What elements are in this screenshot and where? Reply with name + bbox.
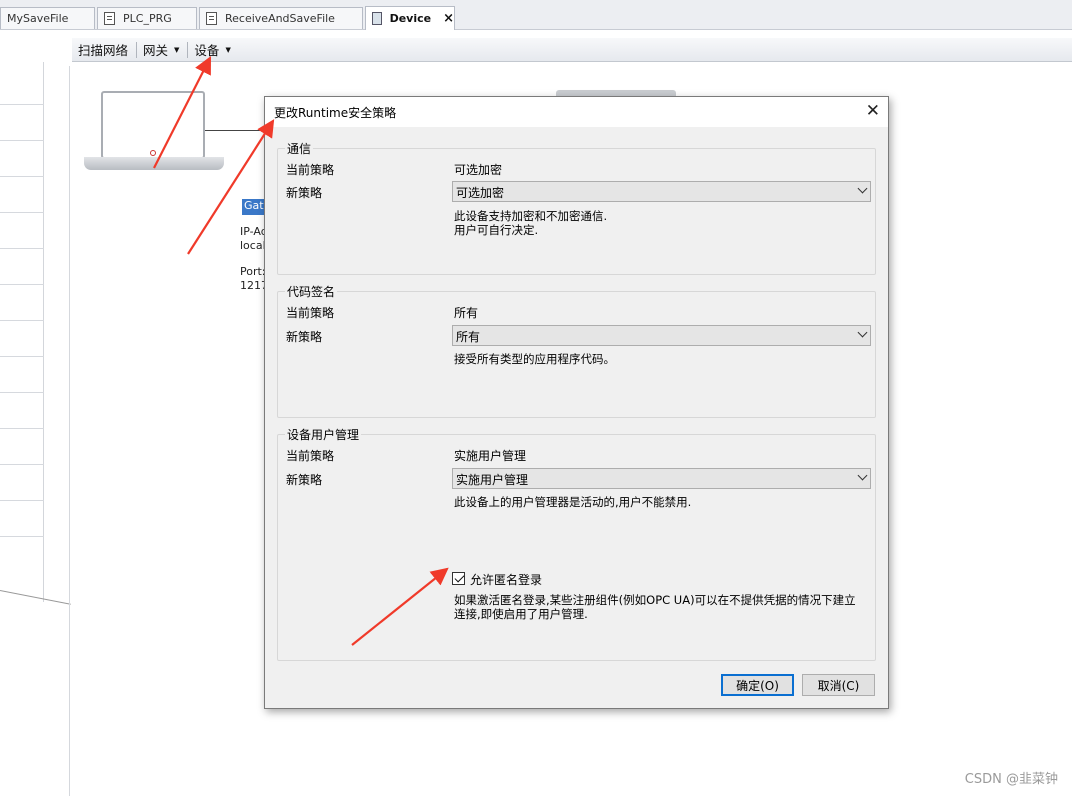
chevron-down-icon xyxy=(857,327,868,338)
panel-row-divider xyxy=(0,320,44,321)
user-management-description: 此设备上的用户管理器是活动的,用户不能禁用. xyxy=(454,495,874,509)
select-value: 所有 xyxy=(456,330,481,344)
current-policy-label: 当前策略 xyxy=(286,449,335,463)
description-line: 连接,即使启用了用户管理. xyxy=(454,607,588,621)
panel-row-divider xyxy=(0,500,44,501)
tab-label: Device xyxy=(389,12,432,25)
tab-mysavefile[interactable]: MySaveFile xyxy=(0,7,95,29)
description-line: 用户可自行决定. xyxy=(454,223,539,237)
panel-row-divider xyxy=(0,464,44,465)
user-management-current-value: 实施用户管理 xyxy=(454,449,527,463)
user-management-policy-select[interactable]: 实施用户管理 xyxy=(452,468,871,489)
panel-row-divider xyxy=(0,356,44,357)
panel-vertical-divider xyxy=(69,66,70,796)
group-title: 通信 xyxy=(285,140,314,157)
group-title: 代码签名 xyxy=(285,283,338,300)
gateway-menu-button[interactable]: 网关 ▼ xyxy=(137,38,187,61)
tab-plc-prg[interactable]: PLC_PRG xyxy=(97,7,197,29)
panel-row-divider xyxy=(0,176,44,177)
device-menu-button[interactable]: 设备 ▼ xyxy=(188,38,238,61)
gateway-ip-label: IP-Ad xyxy=(240,225,264,238)
tab-device[interactable]: Device × xyxy=(365,6,455,30)
communication-description: 此设备支持加密和不加密通信. 用户可自行决定. xyxy=(454,209,874,237)
new-policy-label: 新策略 xyxy=(286,473,323,487)
new-policy-label: 新策略 xyxy=(286,186,323,200)
panel-row-divider xyxy=(0,248,44,249)
chevron-down-icon xyxy=(857,183,868,194)
tab-receiveandsavefile[interactable]: ReceiveAndSaveFile xyxy=(199,7,363,29)
allow-anonymous-login-checkbox[interactable] xyxy=(452,572,465,585)
chevron-down-icon xyxy=(857,470,868,481)
tab-label: ReceiveAndSaveFile xyxy=(225,12,335,25)
ok-button[interactable]: 确定(O) xyxy=(721,674,794,696)
caret-down-icon: ▼ xyxy=(174,45,180,54)
user-management-group: 设备用户管理 当前策略 实施用户管理 新策略 实施用户管理 此设备上的用户管理器… xyxy=(277,426,876,661)
connection-dot xyxy=(150,150,156,156)
communication-policy-select[interactable]: 可选加密 xyxy=(452,181,871,202)
gateway-port-value: 1217 xyxy=(240,279,264,292)
close-icon[interactable]: ✕ xyxy=(866,101,880,121)
communication-current-value: 可选加密 xyxy=(454,163,503,177)
allow-anonymous-login-label[interactable]: 允许匿名登录 xyxy=(470,571,542,588)
current-policy-label: 当前策略 xyxy=(286,163,335,177)
watermark: CSDN @韭菜钟 xyxy=(964,772,1058,787)
left-navigation-panel xyxy=(0,62,44,602)
select-value: 可选加密 xyxy=(456,186,505,200)
gateway-name-label[interactable]: Gate xyxy=(242,199,266,215)
code-signing-current-value: 所有 xyxy=(454,306,479,320)
laptop-base xyxy=(84,157,224,170)
select-value: 实施用户管理 xyxy=(456,473,529,487)
new-policy-label: 新策略 xyxy=(286,330,323,344)
communication-group: 通信 当前策略 可选加密 新策略 可选加密 此设备支持加密和不加密通信. 用户可… xyxy=(277,140,876,275)
description-line: 如果激活匿名登录,某些注册组件(例如OPC UA)可以在不提供凭据的情况下建立 xyxy=(454,593,856,607)
code-signing-policy-select[interactable]: 所有 xyxy=(452,325,871,346)
device-menu-label: 设备 xyxy=(194,43,220,58)
panel-row-divider xyxy=(0,536,44,537)
panel-row-divider xyxy=(0,104,44,105)
anonymous-login-description: 如果激活匿名登录,某些注册组件(例如OPC UA)可以在不提供凭据的情况下建立 … xyxy=(454,593,874,621)
gateway-port-label: Port: xyxy=(240,265,264,278)
connection-line xyxy=(205,130,265,131)
gateway-ip-value: local xyxy=(240,239,264,252)
cancel-button[interactable]: 取消(C) xyxy=(802,674,875,696)
current-policy-label: 当前策略 xyxy=(286,306,335,320)
dialog-titlebar: 更改Runtime安全策略 ✕ xyxy=(265,97,888,127)
panel-row-divider xyxy=(0,392,44,393)
caret-down-icon: ▼ xyxy=(225,45,231,54)
runtime-security-policy-dialog: 更改Runtime安全策略 ✕ 通信 当前策略 可选加密 新策略 可选加密 此设… xyxy=(264,96,889,709)
code-signing-group: 代码签名 当前策略 所有 新策略 所有 接受所有类型的应用程序代码。 xyxy=(277,283,876,418)
document-icon xyxy=(206,12,217,25)
group-title: 设备用户管理 xyxy=(285,426,362,443)
dialog-title: 更改Runtime安全策略 xyxy=(274,106,397,120)
document-icon xyxy=(104,12,115,25)
description-line: 此设备支持加密和不加密通信. xyxy=(454,209,608,223)
device-toolbar: 扫描网络 网关 ▼ 设备 ▼ xyxy=(72,38,1072,62)
scan-network-label: 扫描网络 xyxy=(78,43,129,58)
laptop-icon[interactable] xyxy=(101,91,205,159)
panel-row-divider xyxy=(0,212,44,213)
tab-label: PLC_PRG xyxy=(123,12,172,25)
device-icon xyxy=(372,12,382,25)
panel-row-divider xyxy=(0,140,44,141)
panel-row-divider xyxy=(0,284,44,285)
scan-network-button[interactable]: 扫描网络 xyxy=(72,38,136,61)
panel-row-divider xyxy=(0,428,44,429)
tab-label: MySaveFile xyxy=(7,12,69,25)
code-signing-description: 接受所有类型的应用程序代码。 xyxy=(454,352,874,366)
close-tab-icon[interactable]: × xyxy=(443,11,454,26)
description-line: 此设备上的用户管理器是活动的,用户不能禁用. xyxy=(454,495,692,509)
document-tab-strip: MySaveFile PLC_PRG ReceiveAndSaveFile De… xyxy=(0,0,1072,30)
gateway-menu-label: 网关 xyxy=(143,43,169,58)
description-line: 接受所有类型的应用程序代码。 xyxy=(454,352,615,366)
